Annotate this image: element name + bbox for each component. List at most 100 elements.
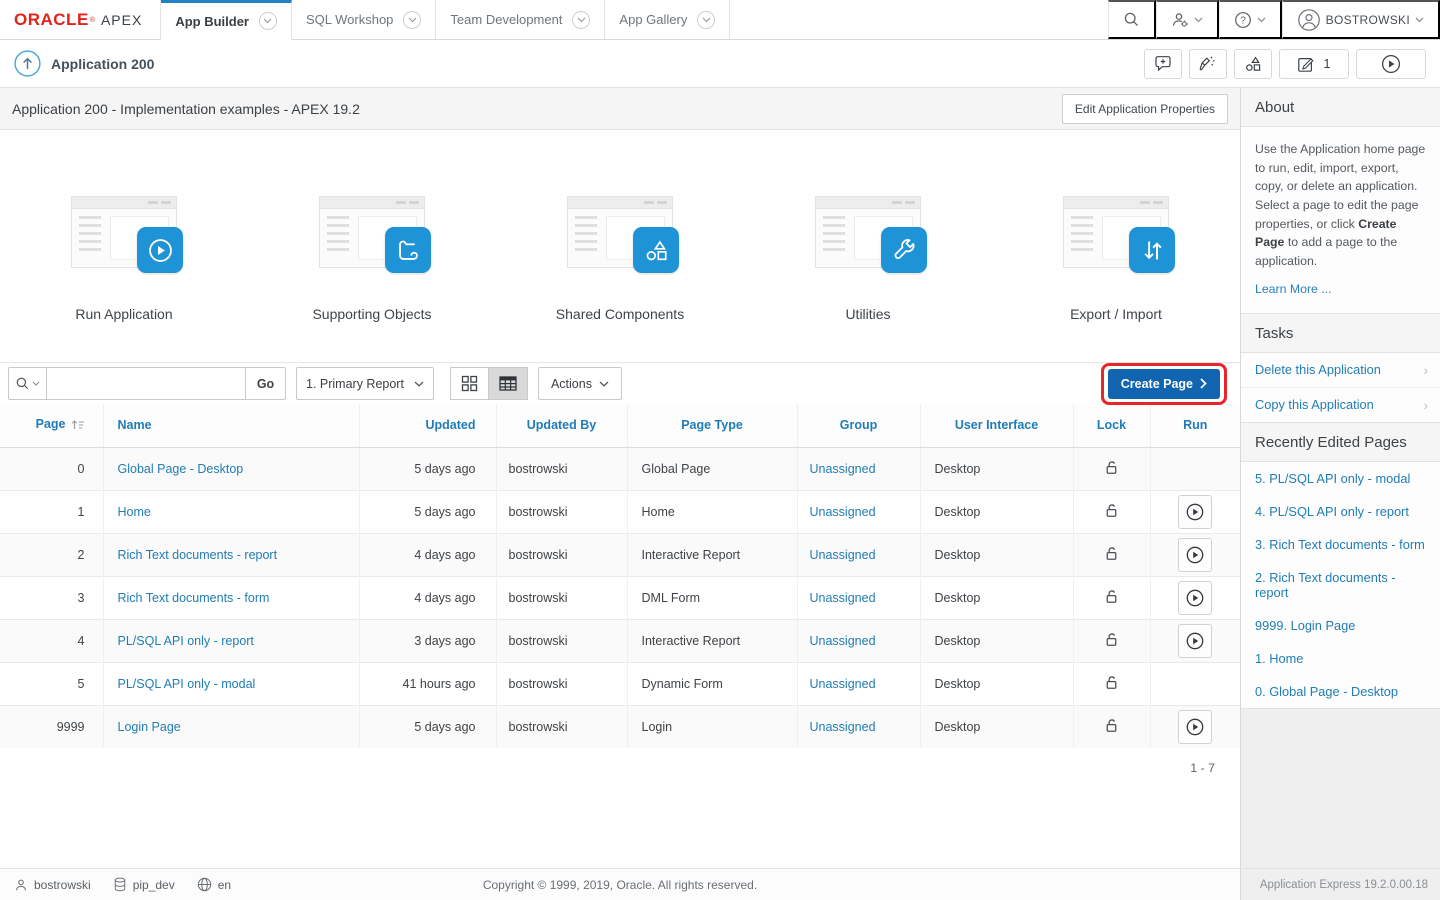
recent-page-link[interactable]: 5. PL/SQL API only - modal [1255,471,1410,486]
report-view-button[interactable] [489,367,528,400]
column-header-user-interface[interactable]: User Interface [920,404,1073,447]
feedback-button[interactable] [1144,49,1182,79]
recent-page-link[interactable]: 2. Rich Text documents - report [1255,570,1428,600]
recent-page-link[interactable]: 4. PL/SQL API only - report [1255,504,1409,519]
card-shared-components[interactable]: Shared Components [496,196,744,322]
unlock-icon[interactable] [1103,588,1120,605]
recent-page-1-home[interactable]: 1. Home [1241,642,1440,675]
recent-page-3-rich-text-documents-form[interactable]: 3. Rich Text documents - form [1241,528,1440,561]
go-button[interactable]: Go [246,367,286,400]
card-run-application[interactable]: Run Application [0,196,248,322]
task-link[interactable]: Copy this Application [1255,397,1374,412]
page-name-link[interactable]: PL/SQL API only - report [118,634,254,648]
recent-page-link[interactable]: 0. Global Page - Desktop [1255,684,1398,699]
tasks-list: Delete this Application›Copy this Applic… [1241,353,1440,423]
column-header-page-type[interactable]: Page Type [627,404,797,447]
tab-sql-workshop[interactable]: SQL Workshop [292,0,436,39]
run-application-button[interactable] [1356,49,1426,79]
page-name-link[interactable]: Home [118,505,151,519]
page-name-link[interactable]: Global Page - Desktop [118,462,244,476]
table-row: 3Rich Text documents - form4 days agobos… [0,576,1240,619]
administration-menu-button[interactable] [1156,0,1219,39]
actions-menu-button[interactable]: Actions [538,367,622,400]
tab-team-development[interactable]: Team Development [436,0,605,39]
group-link[interactable]: Unassigned [810,548,876,562]
cell-page-number: 4 [0,619,103,662]
advisor-flashlight-button[interactable] [1189,49,1227,79]
card-supporting-objects[interactable]: Supporting Objects [248,196,496,322]
card-utilities[interactable]: Utilities [744,196,992,322]
edit-pencil-icon [1297,55,1315,73]
run-page-button[interactable] [1178,538,1212,572]
icon-view-button[interactable] [450,367,489,400]
edit-page-number-button[interactable]: 1 [1279,49,1349,79]
search-input[interactable] [46,367,246,400]
run-page-button[interactable] [1178,495,1212,529]
card-export-import[interactable]: Export / Import [992,196,1240,322]
chevron-down-icon[interactable] [403,11,421,29]
page-name-link[interactable]: Rich Text documents - form [118,591,270,605]
page-name-link[interactable]: Login Page [118,720,181,734]
unlock-icon[interactable] [1103,631,1120,648]
group-link[interactable]: Unassigned [810,677,876,691]
help-menu-button[interactable]: ? [1219,0,1282,39]
unlock-icon[interactable] [1103,674,1120,691]
run-page-button[interactable] [1178,581,1212,615]
column-header-name[interactable]: Name [103,404,359,447]
card-label: Shared Components [556,306,684,322]
recent-page-9999-login-page[interactable]: 9999. Login Page [1241,609,1440,642]
actions-label: Actions [551,377,592,391]
person-icon [14,878,28,892]
unlock-icon[interactable] [1103,502,1120,519]
column-header-updated[interactable]: Updated [359,404,496,447]
run-page-button[interactable] [1178,710,1212,744]
unlock-icon[interactable] [1103,717,1120,734]
recent-page-link[interactable]: 9999. Login Page [1255,618,1355,633]
account-menu-button[interactable]: BOSTROWSKI [1282,0,1440,39]
unlock-icon[interactable] [1103,545,1120,562]
recent-page-link[interactable]: 1. Home [1255,651,1303,666]
unlock-icon[interactable] [1103,459,1120,476]
learn-more-link[interactable]: Learn More ... [1255,280,1332,299]
task-link[interactable]: Delete this Application [1255,362,1381,377]
column-header-group[interactable]: Group [797,404,920,447]
search-column-selector[interactable] [8,367,46,400]
report-select[interactable]: 1. Primary Report [296,367,434,400]
group-link[interactable]: Unassigned [810,720,876,734]
recent-page-link[interactable]: 3. Rich Text documents - form [1255,537,1425,552]
page-name-link[interactable]: Rich Text documents - report [118,548,278,562]
table-view-icon [499,376,517,391]
recent-page-5-pl-sql-api-only-modal[interactable]: 5. PL/SQL API only - modal [1241,462,1440,495]
group-link[interactable]: Unassigned [810,505,876,519]
run-page-button[interactable] [1178,624,1212,658]
up-level-icon[interactable] [14,50,41,77]
group-link[interactable]: Unassigned [810,591,876,605]
chevron-down-icon[interactable] [572,11,590,29]
chevron-down-icon[interactable] [697,11,715,29]
chevron-down-icon[interactable] [259,12,277,30]
group-link[interactable]: Unassigned [810,462,876,476]
column-header-updated-by[interactable]: Updated By [496,404,627,447]
breadcrumb-actions: 1 [1144,49,1426,79]
top-navigation-bar: ORACLE® APEX App BuilderSQL WorkshopTeam… [0,0,1440,40]
create-page-button[interactable]: Create Page [1108,369,1220,399]
column-header-page[interactable]: Page [0,404,103,447]
column-header-lock[interactable]: Lock [1073,404,1150,447]
tab-app-builder[interactable]: App Builder [161,0,292,40]
cell-page-number: 0 [0,447,103,490]
tab-app-gallery[interactable]: App Gallery [605,0,730,39]
task-copy-this-application[interactable]: Copy this Application› [1241,388,1440,422]
breadcrumb: Application 200 [14,50,154,77]
oracle-apex-logo[interactable]: ORACLE® APEX [0,0,161,39]
database-icon [113,877,127,892]
recent-page-2-rich-text-documents-report[interactable]: 2. Rich Text documents - report [1241,561,1440,609]
task-delete-this-application[interactable]: Delete this Application› [1241,353,1440,388]
page-name-link[interactable]: PL/SQL API only - modal [118,677,256,691]
recent-page-0-global-page-desktop[interactable]: 0. Global Page - Desktop [1241,675,1440,708]
search-button[interactable] [1108,0,1156,39]
shared-components-button[interactable] [1234,49,1272,79]
edit-application-properties-button[interactable]: Edit Application Properties [1062,94,1228,124]
column-header-run[interactable]: Run [1150,404,1240,447]
group-link[interactable]: Unassigned [810,634,876,648]
recent-page-4-pl-sql-api-only-report[interactable]: 4. PL/SQL API only - report [1241,495,1440,528]
